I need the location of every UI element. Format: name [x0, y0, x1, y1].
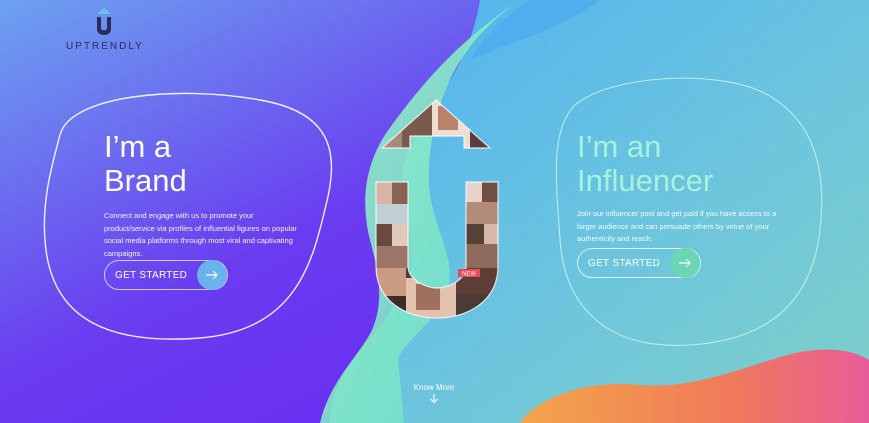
- landing-page: UPTRENDLY I’m a Brand Connect and engage…: [0, 0, 869, 423]
- arrow-right-icon: [670, 248, 700, 278]
- influencer-headline-line1: I’m an: [577, 129, 662, 164]
- brand-get-started-label: GET STARTED: [115, 269, 188, 281]
- brand-headline-line1: I’m a: [104, 129, 172, 164]
- influencer-headline-line2: Influencer: [577, 163, 714, 198]
- collage-tile-label: NEW: [462, 272, 476, 278]
- brand-description: Connect and engage with us to promote yo…: [104, 211, 298, 258]
- brand-headline-line2: Brand: [104, 163, 187, 198]
- logo-text: UPTRENDLY: [66, 41, 144, 52]
- brand-panel: I’m a Brand Connect and engage with us t…: [104, 130, 304, 260]
- influencer-description: Join our influencer pool and get paid if…: [577, 209, 777, 243]
- u-arrow-photo-collage: NEW: [375, 99, 499, 319]
- arrow-right-icon: [197, 260, 227, 290]
- influencer-get-started-label: GET STARTED: [588, 257, 661, 269]
- know-more-link[interactable]: Know More: [406, 383, 462, 407]
- know-more-label: Know More: [413, 383, 455, 392]
- u-arrow-logo-icon: [97, 8, 111, 35]
- brand-headline: I’m a Brand: [104, 130, 304, 198]
- arrow-down-icon: [406, 393, 462, 407]
- uptrendly-logo[interactable]: UPTRENDLY: [64, 8, 144, 54]
- brand-get-started-button[interactable]: GET STARTED: [104, 260, 228, 290]
- influencer-headline: I’m an Influencer: [577, 130, 787, 198]
- influencer-panel: I’m an Influencer Join our influencer po…: [577, 130, 787, 246]
- influencer-get-started-button[interactable]: GET STARTED: [577, 248, 701, 278]
